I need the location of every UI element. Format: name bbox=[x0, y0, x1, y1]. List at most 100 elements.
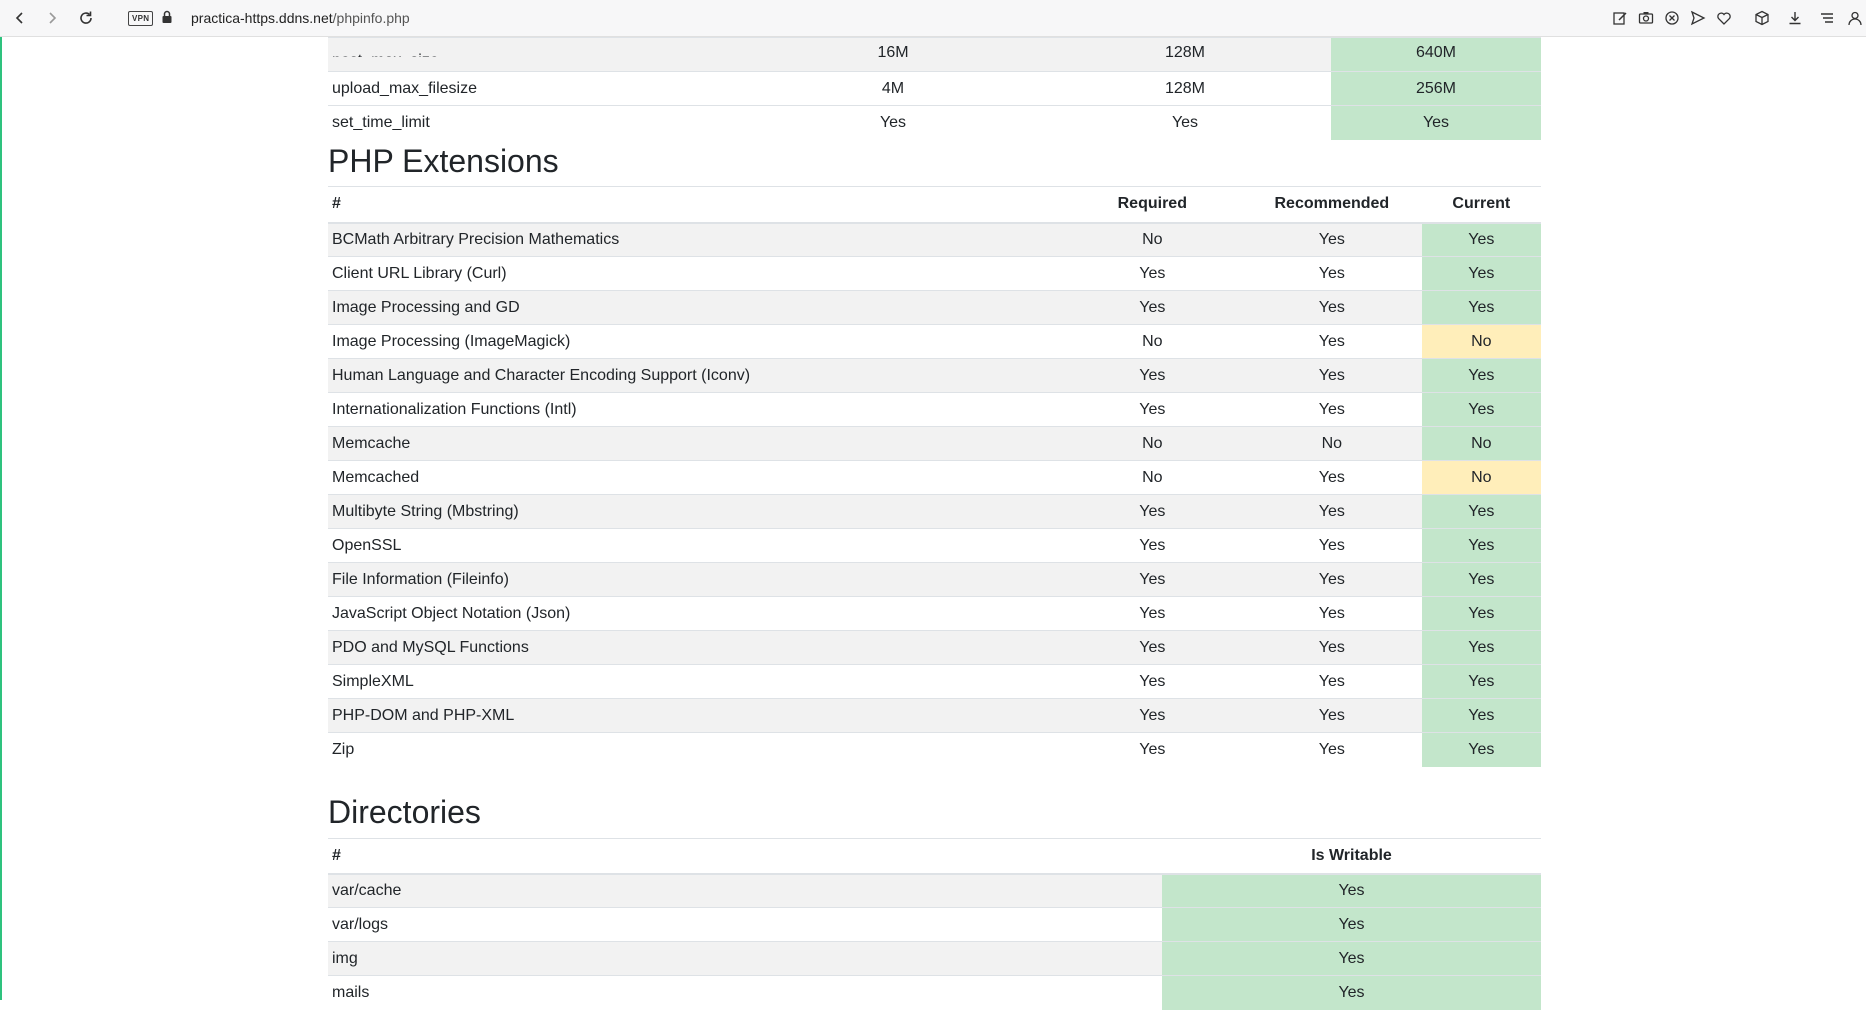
block-icon[interactable] bbox=[1663, 9, 1681, 27]
table-row: var/logs Yes bbox=[328, 907, 1541, 942]
table-row: SimpleXML Yes Yes Yes bbox=[328, 664, 1541, 699]
heart-icon[interactable] bbox=[1715, 9, 1733, 27]
table-row: PHP-DOM and PHP-XML Yes Yes Yes bbox=[328, 698, 1541, 733]
extension-recommended: Yes bbox=[1318, 366, 1345, 384]
setting-name: post_max_size bbox=[332, 52, 743, 57]
snapshot-edit-icon[interactable] bbox=[1611, 9, 1629, 27]
extensions-heading: PHP Extensions bbox=[328, 143, 559, 179]
extension-required: Yes bbox=[1139, 366, 1166, 384]
table-row: img Yes bbox=[328, 941, 1541, 976]
setting-required: Yes bbox=[879, 113, 907, 131]
table-row: upload_max_filesize 4M 128M 256M bbox=[328, 71, 1541, 106]
extension-current: Yes bbox=[1421, 596, 1541, 631]
extension-current: No bbox=[1421, 460, 1541, 495]
extension-recommended: No bbox=[1321, 434, 1343, 452]
extension-required: Yes bbox=[1139, 604, 1166, 622]
extension-required: Yes bbox=[1139, 740, 1166, 758]
extension-required: No bbox=[1142, 230, 1163, 248]
table-row: File Information (Fileinfo) Yes Yes Yes bbox=[328, 562, 1541, 597]
extension-required: Yes bbox=[1139, 298, 1166, 316]
table-row: Image Processing and GD Yes Yes Yes bbox=[328, 290, 1541, 325]
back-icon[interactable] bbox=[10, 8, 30, 28]
reload-icon[interactable] bbox=[76, 8, 96, 28]
download-icon[interactable] bbox=[1786, 9, 1804, 27]
directory-writable: Yes bbox=[1162, 941, 1541, 976]
extension-name: PHP-DOM and PHP-XML bbox=[332, 706, 515, 724]
extension-current: Yes bbox=[1421, 528, 1541, 563]
extension-recommended: Yes bbox=[1318, 672, 1345, 690]
menu-icon[interactable] bbox=[1818, 9, 1836, 27]
vpn-icon[interactable]: VPN bbox=[128, 11, 154, 26]
address-bar[interactable]: practica-https.ddns.net/phpinfo.php bbox=[191, 9, 410, 27]
extension-recommended: Yes bbox=[1318, 706, 1345, 724]
extension-required: No bbox=[1142, 434, 1163, 452]
extension-name: JavaScript Object Notation (Json) bbox=[332, 604, 571, 622]
directory-writable: Yes bbox=[1162, 907, 1541, 942]
extension-recommended: Yes bbox=[1318, 570, 1345, 588]
table-row: Internationalization Functions (Intl) Yes… bbox=[328, 392, 1541, 427]
table-row: Human Language and Character Encoding Su… bbox=[328, 358, 1541, 393]
php-settings-table: post_max_size 16M 128M 640M upload_max_f… bbox=[328, 37, 1541, 140]
extension-recommended: Yes bbox=[1318, 740, 1345, 758]
directory-path: img bbox=[332, 949, 358, 967]
setting-required: 16M bbox=[877, 45, 909, 61]
extension-required: Yes bbox=[1139, 706, 1166, 724]
setting-current: 256M bbox=[1331, 71, 1541, 106]
extensions-table: # Required Recommended Current BCMath Ar… bbox=[328, 186, 1541, 767]
extension-current: Yes bbox=[1421, 664, 1541, 699]
extension-name: PDO and MySQL Functions bbox=[332, 638, 529, 656]
directories-heading: Directories bbox=[328, 794, 481, 830]
extension-name: Multibyte String (Mbstring) bbox=[332, 502, 519, 520]
table-row: Multibyte String (Mbstring) Yes Yes Yes bbox=[328, 494, 1541, 529]
extension-name: Memcached bbox=[332, 468, 420, 486]
extension-recommended: Yes bbox=[1318, 298, 1345, 316]
lock-icon[interactable] bbox=[161, 10, 173, 24]
directory-writable: Yes bbox=[1162, 975, 1541, 1010]
directories-table: # Is Writable var/cache Yes var/logs Yes img… bbox=[328, 838, 1541, 1010]
directory-path: var/cache bbox=[332, 881, 402, 899]
setting-name: set_time_limit bbox=[332, 113, 430, 131]
extension-required: Yes bbox=[1139, 638, 1166, 656]
send-icon[interactable] bbox=[1689, 9, 1707, 27]
table-row: Memcached No Yes No bbox=[328, 460, 1541, 495]
extension-name: File Information (Fileinfo) bbox=[332, 570, 509, 588]
extension-current: Yes bbox=[1421, 494, 1541, 529]
extension-name: Internationalization Functions (Intl) bbox=[332, 400, 577, 418]
extension-required: Yes bbox=[1139, 264, 1166, 282]
setting-name: upload_max_filesize bbox=[332, 79, 477, 97]
browser-toolbar: VPN practica-https.ddns.net/phpinfo.php bbox=[0, 0, 1866, 37]
cube-icon[interactable] bbox=[1753, 9, 1771, 27]
col-header-writable: Is Writable bbox=[1311, 846, 1392, 864]
col-header-name: # bbox=[332, 846, 341, 864]
col-header-required: Required bbox=[1117, 195, 1187, 213]
table-row: mails Yes bbox=[328, 975, 1541, 1010]
extension-required: No bbox=[1142, 468, 1163, 486]
forward-icon[interactable] bbox=[42, 8, 62, 28]
extension-current: No bbox=[1421, 324, 1541, 359]
extension-name: Image Processing (ImageMagick) bbox=[332, 332, 571, 350]
setting-recommended: Yes bbox=[1171, 113, 1199, 131]
extension-recommended: Yes bbox=[1318, 604, 1345, 622]
col-header-name: # bbox=[332, 195, 341, 213]
table-header-row: # Is Writable bbox=[328, 838, 1541, 874]
directory-path: mails bbox=[332, 983, 370, 1001]
table-row: BCMath Arbitrary Precision Mathematics No… bbox=[328, 222, 1541, 257]
extension-recommended: Yes bbox=[1318, 638, 1345, 656]
profile-icon[interactable] bbox=[1846, 9, 1864, 27]
setting-required: 4M bbox=[881, 79, 905, 97]
setting-recommended: 128M bbox=[1164, 79, 1206, 97]
table-row: set_time_limit Yes Yes Yes bbox=[328, 105, 1541, 140]
extension-name: Human Language and Character Encoding Su… bbox=[332, 366, 751, 384]
table-header-row: # Required Recommended Current bbox=[328, 186, 1541, 223]
setting-recommended: 128M bbox=[1164, 45, 1206, 61]
setting-current: 640M bbox=[1415, 45, 1457, 61]
table-row: post_max_size 16M 128M 640M bbox=[328, 37, 1541, 72]
camera-icon[interactable] bbox=[1637, 9, 1655, 27]
extension-current: Yes bbox=[1421, 630, 1541, 665]
table-row: Client URL Library (Curl) Yes Yes Yes bbox=[328, 256, 1541, 291]
directory-path: var/logs bbox=[332, 915, 389, 933]
extension-name: SimpleXML bbox=[332, 672, 414, 690]
extension-name: Image Processing and GD bbox=[332, 298, 520, 316]
extension-required: Yes bbox=[1139, 502, 1166, 520]
extension-current: No bbox=[1421, 426, 1541, 461]
